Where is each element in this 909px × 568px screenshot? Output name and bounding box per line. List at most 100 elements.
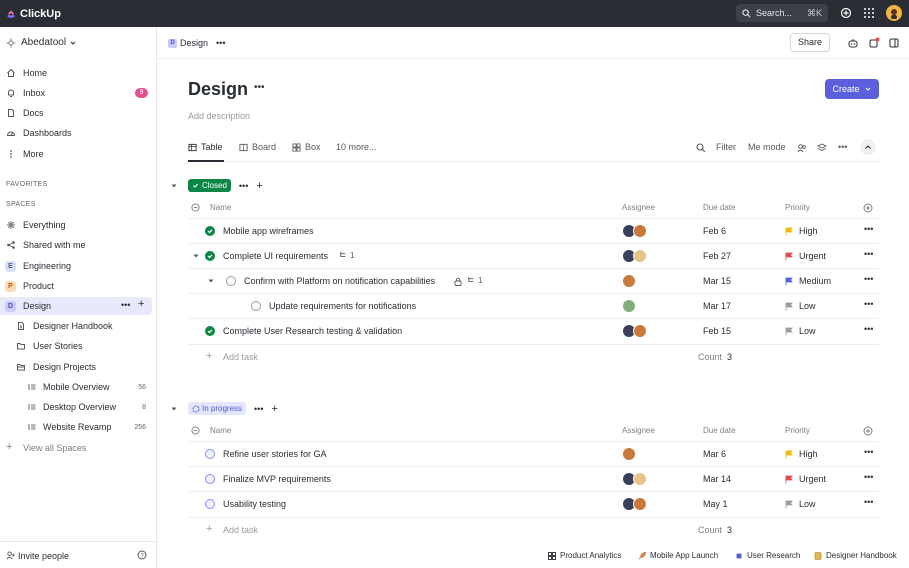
- task-name[interactable]: Finalize MVP requirements: [223, 474, 331, 484]
- task-name[interactable]: Complete UI requirements: [223, 251, 328, 261]
- add-task-row[interactable]: + Add task Count 3: [188, 517, 879, 541]
- clickup-logo[interactable]: ClickUp: [6, 8, 61, 20]
- layers-icon[interactable]: [817, 143, 827, 153]
- task-name[interactable]: Refine user stories for GA: [223, 449, 327, 459]
- assignees-icon[interactable]: [797, 143, 807, 153]
- tray-designer-handbook[interactable]: Designer Handbook: [814, 551, 897, 560]
- space-add-icon[interactable]: +: [138, 298, 144, 310]
- add-task-row[interactable]: + Add task Count 3: [188, 344, 879, 368]
- task-status-open[interactable]: [251, 301, 261, 311]
- row-options-icon[interactable]: •••: [864, 274, 873, 284]
- task-row[interactable]: Complete UI requirements 1 Feb 27 Urgent…: [188, 243, 879, 268]
- task-name[interactable]: Usability testing: [223, 499, 286, 509]
- space-shared[interactable]: Shared with me: [0, 236, 157, 254]
- row-options-icon[interactable]: •••: [864, 249, 873, 259]
- assignee-avatars[interactable]: [622, 224, 647, 238]
- row-options-icon[interactable]: •••: [864, 447, 873, 457]
- breadcrumb-options-icon[interactable]: •••: [216, 38, 225, 48]
- task-name[interactable]: Mobile app wireframes: [223, 226, 314, 236]
- tab-box[interactable]: Box: [292, 142, 321, 152]
- user-avatar[interactable]: [886, 5, 902, 21]
- list-desktop-overview[interactable]: Desktop Overview 8: [0, 398, 157, 416]
- task-due-date[interactable]: Feb 15: [703, 326, 731, 336]
- col-name[interactable]: Name: [210, 203, 231, 212]
- col-priority[interactable]: Priority: [785, 426, 810, 435]
- nav-inbox[interactable]: Inbox 9: [0, 84, 157, 102]
- task-due-date[interactable]: Mar 17: [703, 301, 731, 311]
- me-mode-button[interactable]: Me mode: [748, 142, 786, 152]
- subtask-count[interactable]: 1: [339, 251, 354, 260]
- tray-product-analytics[interactable]: Product Analytics: [548, 551, 621, 560]
- row-options-icon[interactable]: •••: [864, 472, 873, 482]
- workspace-switcher[interactable]: Abedatool: [6, 37, 77, 48]
- space-engineering[interactable]: E Engineering: [0, 257, 157, 275]
- col-assignee[interactable]: Assignee: [622, 426, 655, 435]
- col-name[interactable]: Name: [210, 426, 231, 435]
- row-options-icon[interactable]: •••: [864, 324, 873, 334]
- task-row[interactable]: Usability testing May 1 Low •••: [188, 491, 879, 516]
- more-options-icon[interactable]: •••: [838, 142, 847, 152]
- task-due-date[interactable]: Mar 6: [703, 449, 726, 459]
- col-priority[interactable]: Priority: [785, 203, 810, 212]
- list-mobile-overview[interactable]: Mobile Overview 56: [0, 378, 157, 396]
- space-design[interactable]: D Design ••• +: [0, 297, 152, 315]
- task-due-date[interactable]: Feb 6: [703, 226, 726, 236]
- ai-bot-icon[interactable]: [847, 37, 859, 49]
- expand-subtasks-icon[interactable]: [207, 277, 215, 285]
- group-options-icon[interactable]: •••: [239, 181, 248, 191]
- list-website-revamp[interactable]: Website Revamp 256: [0, 418, 157, 436]
- collapse-group-icon[interactable]: [170, 182, 178, 190]
- task-row[interactable]: Confirm with Platform on notification ca…: [188, 268, 879, 293]
- add-column-icon[interactable]: [863, 426, 873, 436]
- doc-designer-handbook[interactable]: Designer Handbook: [0, 317, 157, 335]
- search-bar[interactable]: Search... ⌘K: [736, 4, 828, 22]
- subtask-count[interactable]: 1: [467, 276, 482, 285]
- nav-more[interactable]: More: [0, 145, 157, 163]
- task-priority[interactable]: Urgent: [785, 474, 826, 484]
- invite-people-button[interactable]: Invite people: [18, 551, 69, 561]
- space-options-icon[interactable]: •••: [121, 300, 130, 310]
- help-icon[interactable]: ?: [137, 550, 147, 560]
- task-due-date[interactable]: May 1: [703, 499, 728, 509]
- nav-dashboards[interactable]: Dashboards: [0, 124, 157, 142]
- tray-user-research[interactable]: User Research: [735, 551, 800, 560]
- task-priority[interactable]: Low: [785, 301, 816, 311]
- status-pill-in-progress[interactable]: In progress: [188, 402, 247, 415]
- task-due-date[interactable]: Mar 15: [703, 276, 731, 286]
- task-status-in-progress[interactable]: [205, 474, 215, 484]
- space-product[interactable]: P Product: [0, 277, 157, 295]
- col-due-date[interactable]: Due date: [703, 203, 735, 212]
- tab-table[interactable]: Table: [188, 142, 223, 152]
- view-all-spaces[interactable]: + View all Spaces: [0, 439, 157, 457]
- task-row[interactable]: Mobile app wireframes Feb 6 High •••: [188, 218, 879, 243]
- add-circle-icon[interactable]: [840, 7, 852, 19]
- filter-button[interactable]: Filter: [716, 142, 736, 152]
- task-name[interactable]: Complete User Research testing & validat…: [223, 326, 402, 336]
- status-pill-closed[interactable]: Closed: [188, 179, 231, 192]
- task-status-open[interactable]: [226, 276, 236, 286]
- assignee-avatars[interactable]: [622, 299, 636, 313]
- spaces-label[interactable]: SPACES: [6, 201, 36, 208]
- group-add-icon[interactable]: +: [256, 180, 262, 192]
- breadcrumb[interactable]: D Design •••: [168, 38, 225, 48]
- notifications-icon[interactable]: [868, 37, 880, 49]
- search-icon[interactable]: [696, 143, 706, 153]
- favorites-label[interactable]: FAVORITES: [6, 181, 47, 188]
- nav-docs[interactable]: Docs: [0, 104, 157, 122]
- nav-home[interactable]: Home: [0, 64, 157, 82]
- task-status-in-progress[interactable]: [205, 449, 215, 459]
- task-status-closed[interactable]: [205, 226, 215, 236]
- assignee-avatars[interactable]: [622, 249, 647, 263]
- task-row[interactable]: Refine user stories for GA Mar 6 High ••…: [188, 441, 879, 466]
- collapse-group-icon[interactable]: [170, 405, 178, 413]
- task-due-date[interactable]: Mar 14: [703, 474, 731, 484]
- row-options-icon[interactable]: •••: [864, 299, 873, 309]
- task-due-date[interactable]: Feb 27: [703, 251, 731, 261]
- tab-board[interactable]: Board: [239, 142, 276, 152]
- task-row[interactable]: Finalize MVP requirements Mar 14 Urgent …: [188, 466, 879, 491]
- task-status-closed[interactable]: [205, 326, 215, 336]
- assignee-avatars[interactable]: [622, 324, 647, 338]
- share-button[interactable]: Share: [790, 33, 830, 52]
- task-priority[interactable]: Low: [785, 499, 816, 509]
- collapse-button[interactable]: [860, 139, 876, 155]
